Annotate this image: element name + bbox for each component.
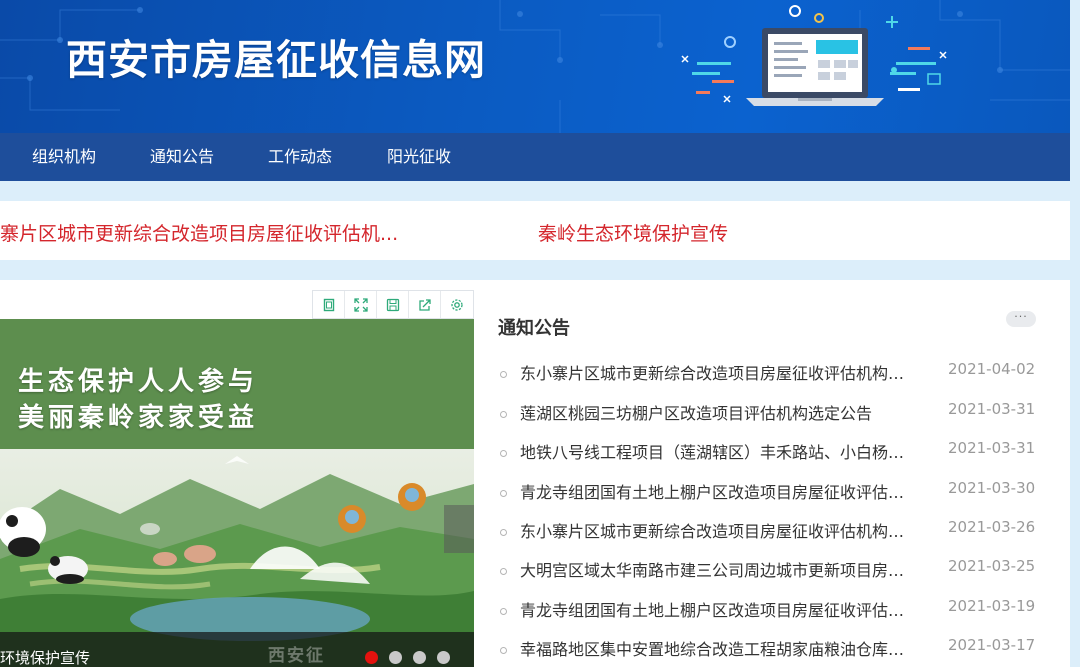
notice-item-date: 2021-04-02 [948,360,1036,378]
notice-item-date: 2021-03-19 [948,597,1036,615]
share-icon[interactable] [409,291,441,318]
nav-item-organization[interactable]: 组织机构 [32,133,96,181]
site-header: 西安市房屋征收信息网 [0,0,1070,133]
headline-link[interactable]: 秦岭生态环境保护宣传 [538,201,728,260]
notice-item[interactable]: 青龙寺组团国有土地上棚户区改造项目房屋征收评估机构 2021-03-19 [498,597,1038,636]
slide-dot[interactable] [413,651,426,664]
more-button[interactable]: ··· [1006,311,1036,327]
notice-item[interactable]: 大明宫区域太华南路市建三公司周边城市更新项目房屋征 2021-03-25 [498,557,1038,596]
notice-item-title[interactable]: 青龙寺组团国有土地上棚户区改造项目房屋征收评估机构 [520,597,908,621]
main-nav: 组织机构 通知公告 工作动态 阳光征收 [0,133,1070,181]
fit-page-icon[interactable] [313,291,345,318]
bullet-icon [500,608,507,615]
notice-item[interactable]: 东小寨片区城市更新综合改造项目房屋征收评估机构选定公告 2021-04-02 [498,360,1038,399]
notice-item[interactable]: 青龙寺组团国有土地上棚户区改造项目房屋征收评估机构 2021-03-30 [498,479,1038,518]
bullet-icon [500,450,507,457]
notice-item-title[interactable]: 东小寨片区城市更新综合改造项目房屋征收评估机构报名 [520,518,908,542]
notice-item[interactable]: 东小寨片区城市更新综合改造项目房屋征收评估机构报名 2021-03-26 [498,518,1038,557]
bullet-icon [500,411,507,418]
save-icon[interactable] [377,291,409,318]
notice-item-date: 2021-03-25 [948,557,1036,575]
bullet-icon [500,490,507,497]
slide-watermark: 西安征 [268,646,325,666]
notice-item-date: 2021-03-17 [948,636,1036,654]
settings-icon[interactable] [441,291,473,318]
qinling-landscape-illustration [0,449,474,667]
bullet-icon [500,371,507,378]
notice-item-date: 2021-03-26 [948,518,1036,536]
fullscreen-icon[interactable] [345,291,377,318]
notice-item-date: 2021-03-30 [948,479,1036,497]
main-content-panel: 生态保护人人参与 美丽秦岭家家受益 环境保护宣传 西安征 通知公告 ··· 东小… [0,280,1070,667]
slide-slogan-line: 生态保护人人参与 [18,367,259,397]
bullet-icon [500,529,507,536]
notice-item-date: 2021-03-31 [948,439,1036,457]
nav-item-work-updates[interactable]: 工作动态 [268,133,332,181]
bullet-icon [500,647,507,654]
image-slider: 生态保护人人参与 美丽秦岭家家受益 环境保护宣传 西安征 [0,290,474,667]
headline-ticker: 寨片区城市更新综合改造项目房屋征收评估机... 秦岭生态环境保护宣传 [0,201,1070,260]
section-title: 通知公告 [498,318,570,339]
notice-item-date: 2021-03-31 [948,400,1036,418]
site-title: 西安市房屋征收信息网 [66,36,486,84]
laptop-illustration [681,5,947,106]
slide-next-button[interactable] [444,505,474,553]
notice-item[interactable]: 莲湖区桃园三坊棚户区改造项目评估机构选定公告 2021-03-31 [498,400,1038,439]
slide-toolbar [312,290,474,319]
slide-dot-active[interactable] [365,651,378,664]
slide-caption[interactable]: 环境保护宣传 [0,647,90,667]
slide-dot[interactable] [437,651,450,664]
nav-item-notices[interactable]: 通知公告 [150,133,214,181]
nav-item-sunshine-expropriation[interactable]: 阳光征收 [387,133,451,181]
notice-item[interactable]: 幸福路地区集中安置地综合改造工程胡家庙粮油仓库项目 2021-03-17 [498,636,1038,667]
slide-dot[interactable] [389,651,402,664]
slide-caption-bar: 环境保护宣传 西安征 [0,632,474,667]
notice-section: 通知公告 ··· 东小寨片区城市更新综合改造项目房屋征收评估机构选定公告 202… [498,280,1048,667]
notice-item-title[interactable]: 幸福路地区集中安置地综合改造工程胡家庙粮油仓库项目 [520,636,908,660]
headline-link[interactable]: 寨片区城市更新综合改造项目房屋征收评估机... [0,201,398,260]
notice-item-title[interactable]: 青龙寺组团国有土地上棚户区改造项目房屋征收评估机构 [520,479,908,503]
notice-item[interactable]: 地铁八号线工程项目（莲湖辖区）丰禾路站、小白杨路站 2021-03-31 [498,439,1038,478]
notice-item-title[interactable]: 大明宫区域太华南路市建三公司周边城市更新项目房屋征 [520,557,908,581]
slide-image[interactable]: 生态保护人人参与 美丽秦岭家家受益 环境保护宣传 西安征 [0,319,474,667]
notice-item-title[interactable]: 东小寨片区城市更新综合改造项目房屋征收评估机构选定公告 [520,360,908,384]
bullet-icon [500,568,507,575]
notice-item-title[interactable]: 地铁八号线工程项目（莲湖辖区）丰禾路站、小白杨路站 [520,439,908,463]
notice-item-title[interactable]: 莲湖区桃园三坊棚户区改造项目评估机构选定公告 [520,400,908,424]
